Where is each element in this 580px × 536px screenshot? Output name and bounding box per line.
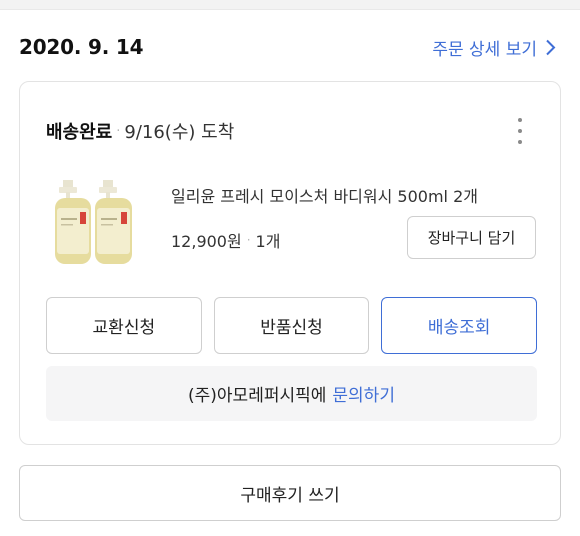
- product-price: 12,900원: [171, 232, 242, 251]
- separator-dot: ·: [116, 123, 121, 139]
- seller-name: (주)아모레퍼시픽에: [188, 386, 327, 406]
- order-date: 2020. 9. 14: [19, 35, 144, 59]
- return-request-button[interactable]: 반품신청: [213, 297, 370, 354]
- order-detail-label: 주문 상세 보기: [432, 39, 537, 60]
- track-delivery-button[interactable]: 배송조회: [381, 297, 538, 354]
- order-header: 2020. 9. 14 주문 상세 보기: [19, 31, 556, 63]
- order-action-row: 교환신청 반품신청 배송조회: [46, 297, 538, 354]
- delivery-status: 배송완료: [46, 122, 113, 143]
- product-quantity: 1개: [255, 232, 281, 251]
- add-to-cart-button[interactable]: 장바구니 담기: [407, 216, 536, 259]
- arrival-date: 9/16(수) 도착: [124, 122, 235, 143]
- exchange-request-button[interactable]: 교환신청: [46, 297, 202, 354]
- product-name[interactable]: 일리윤 프레시 모이스처 바디워시 500ml 2개: [171, 183, 478, 207]
- order-card: 배송완료 · 9/16(수) 도착 일리윤 프레시 모이스처 바디워시 500m…: [19, 81, 561, 445]
- product-meta: 12,900원 · 1개: [171, 228, 280, 252]
- more-vertical-icon[interactable]: [510, 116, 530, 146]
- write-review-button[interactable]: 구매후기 쓰기: [19, 465, 561, 521]
- delivery-status-row: 배송완료 · 9/16(수) 도착: [46, 117, 234, 145]
- product-image: [55, 180, 132, 264]
- inquiry-link[interactable]: 문의하기: [332, 381, 395, 406]
- seller-inquiry-box: (주)아모레퍼시픽에 문의하기: [46, 366, 537, 421]
- top-divider-strip: [0, 0, 580, 10]
- chevron-right-icon: [546, 39, 556, 55]
- separator-dot: ·: [246, 233, 251, 247]
- order-detail-link[interactable]: 주문 상세 보기: [432, 35, 556, 60]
